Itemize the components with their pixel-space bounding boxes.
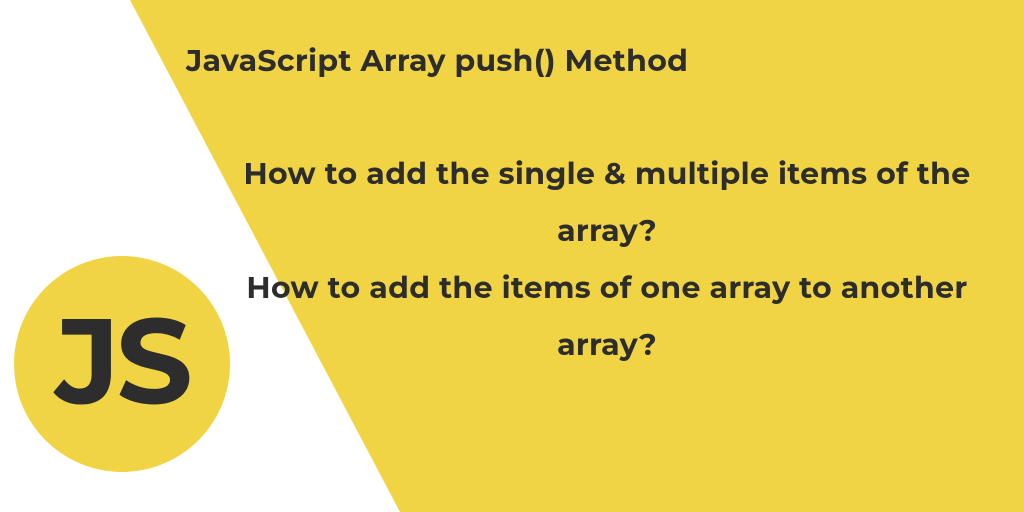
question-block: How to add the single & multiple items o…: [230, 145, 984, 373]
question-one: How to add the single & multiple items o…: [230, 145, 984, 259]
js-logo-badge: JS: [14, 256, 230, 472]
page-title: JavaScript Array push() Method: [186, 42, 688, 79]
js-logo-text: JS: [55, 301, 188, 421]
question-two: How to add the items of one array to ano…: [230, 259, 984, 373]
